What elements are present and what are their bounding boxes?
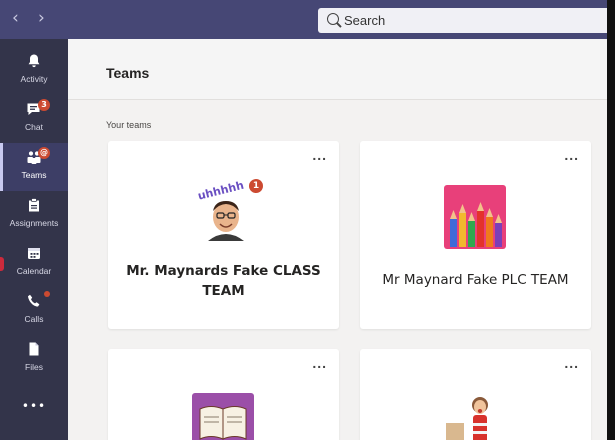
rail-label: Activity [20, 74, 48, 84]
mention-badge: @ [38, 147, 50, 159]
chat-badge: 3 [38, 99, 50, 111]
search-icon [327, 13, 339, 25]
back-arrow-icon[interactable]: ‹ [12, 8, 19, 28]
more-options-button[interactable]: ... [564, 147, 579, 163]
team-card[interactable]: ... [360, 349, 591, 440]
team-card[interactable]: ... [108, 349, 339, 440]
team-name: Mr Maynard Fake PLC TEAM [382, 272, 569, 288]
book-avatar [192, 393, 254, 440]
rail-item-calls[interactable]: Calls [0, 287, 68, 335]
teams-header: Teams [68, 39, 607, 100]
search-box[interactable]: Search [318, 8, 607, 33]
rail-label: Chat [25, 122, 43, 132]
phone-icon [28, 294, 40, 307]
avatar-text: uhhhhh [196, 179, 245, 203]
more-options-button[interactable]: ... [312, 147, 327, 163]
rail-label: Calendar [16, 266, 52, 276]
search-placeholder: Search [344, 13, 386, 28]
pencils-avatar [444, 185, 506, 249]
calls-notification-dot [44, 291, 50, 297]
rail-label: Assignments [9, 218, 59, 228]
kid-avatar [446, 397, 488, 440]
calendar-icon [28, 248, 40, 259]
team-name: Mr. Maynards Fake CLASS TEAM [126, 263, 321, 299]
assignments-icon [29, 198, 39, 212]
forward-arrow-icon[interactable]: › [38, 8, 45, 28]
rail-item-files[interactable]: Files [0, 335, 68, 383]
rail-item-teams[interactable]: @ Teams [0, 143, 68, 191]
team-card[interactable]: ... Mr Maynard Fake PLC TEAM [360, 141, 591, 329]
more-options-button[interactable]: ... [312, 355, 327, 371]
section-label: Your teams [106, 120, 152, 130]
left-edge-indicator [0, 257, 4, 271]
rail-item-assignments[interactable]: Assignments [0, 191, 68, 239]
rail-label: Calls [24, 314, 44, 324]
teams-app: ‹ › Search Activity 3 Chat @ Teams Assig… [0, 0, 615, 440]
rail-more-apps[interactable]: ••• [0, 391, 68, 427]
bell-icon [28, 54, 40, 68]
rail-item-calendar[interactable]: Calendar [0, 239, 68, 287]
rail-item-chat[interactable]: 3 Chat [0, 95, 68, 143]
top-bar: ‹ › Search [0, 0, 607, 39]
app-bar: Activity 3 Chat @ Teams Assignments Cale… [0, 39, 68, 440]
window-edge [607, 0, 615, 440]
rail-item-activity[interactable]: Activity [0, 47, 68, 95]
rail-label: Files [25, 362, 43, 372]
file-icon [29, 342, 39, 356]
rail-label: Teams [21, 170, 47, 180]
page-title: Teams [106, 65, 150, 81]
more-options-button[interactable]: ... [564, 355, 579, 371]
more-apps-icon: ••• [21, 399, 47, 413]
card-notification-badge: 1 [249, 179, 263, 193]
team-card[interactable]: ... uhhhhh 1 Mr. Maynards Fake CLASS TEA… [108, 141, 339, 329]
